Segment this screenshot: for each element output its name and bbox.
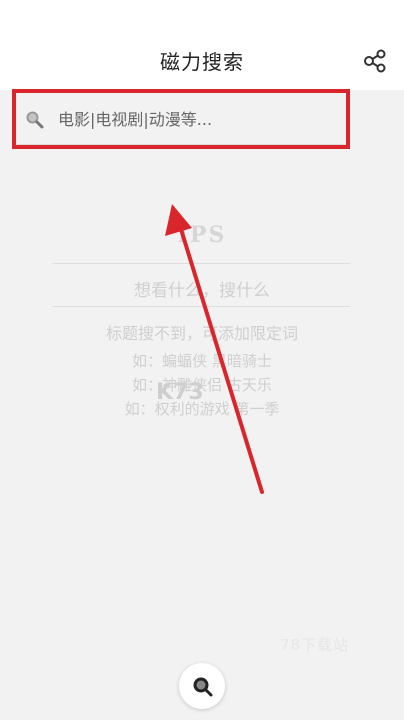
search-fab-button[interactable] bbox=[179, 663, 225, 709]
share-icon[interactable] bbox=[362, 48, 388, 74]
divider bbox=[52, 306, 350, 307]
app-header: 磁力搜索 bbox=[0, 0, 404, 90]
slogan-text: 想看什么，搜什么 bbox=[134, 281, 270, 301]
page-title: 磁力搜索 bbox=[160, 50, 244, 74]
divider bbox=[52, 263, 350, 264]
search-icon bbox=[193, 677, 213, 697]
watermark-logo: K73 bbox=[156, 380, 204, 405]
app-logo: IPS bbox=[177, 222, 227, 248]
hint-text: 标题搜不到，可添加限定词 bbox=[105, 324, 298, 343]
watermark-text: 78下载站 bbox=[280, 636, 350, 654]
annotation-highlight-box bbox=[12, 89, 350, 149]
example-text: 如：蝙蝠侠 黑暗骑士 bbox=[132, 352, 272, 370]
